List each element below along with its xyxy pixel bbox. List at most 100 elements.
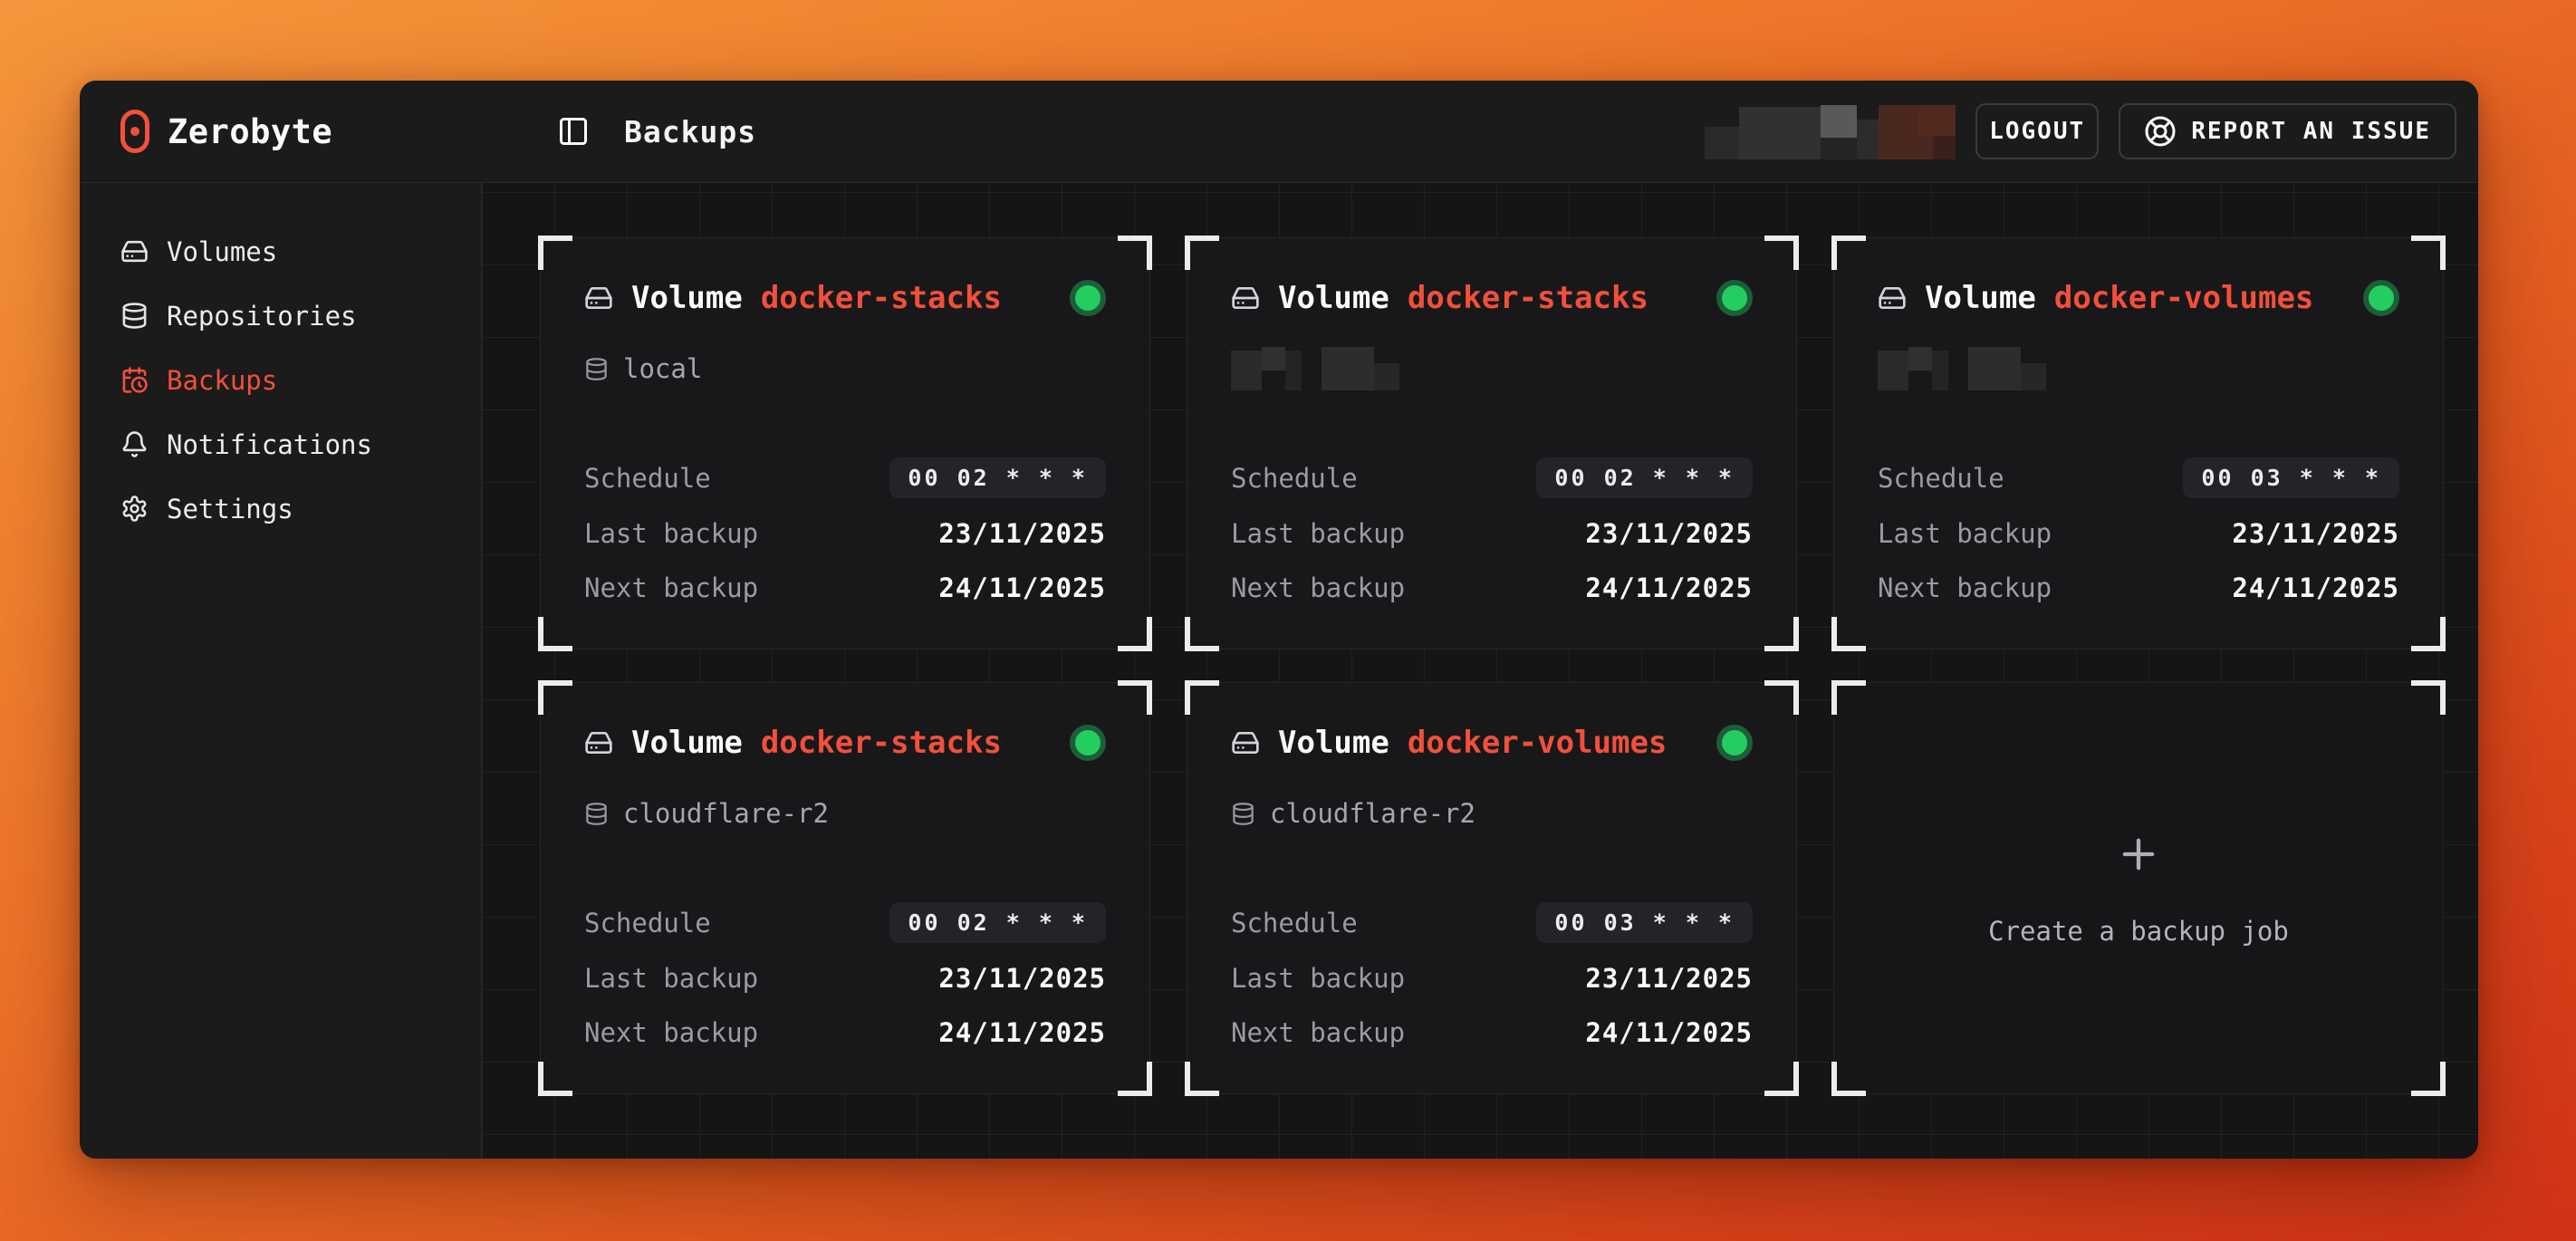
last-backup-label: Last backup (1878, 518, 2052, 549)
last-backup-date: 23/11/2025 (1585, 963, 1753, 994)
corner-bracket (2411, 1062, 2446, 1096)
report-issue-button[interactable]: REPORT AN ISSUE (2119, 103, 2456, 159)
repository-row: cloudflare-r2 (1231, 792, 1753, 835)
last-backup-date: 23/11/2025 (1585, 518, 1753, 549)
backup-job-card[interactable]: Volume docker-volumes Schedule 00 03 * *… (1833, 237, 2444, 649)
corner-bracket (538, 1062, 572, 1096)
sidebar-item-volumes[interactable]: Volumes (80, 219, 481, 284)
report-issue-label: REPORT AN ISSUE (2191, 118, 2431, 145)
last-backup-label: Last backup (584, 963, 758, 994)
repository-name: cloudflare-r2 (1270, 798, 1475, 829)
corner-bracket (538, 236, 572, 270)
corner-bracket (1831, 236, 1866, 270)
sidebar-item-label: Settings (167, 494, 293, 524)
hard-drive-icon (1231, 728, 1260, 757)
main-content: Volume docker-stacks local Schedule 00 0… (482, 183, 2478, 1159)
redacted-user-info (1705, 103, 1956, 159)
next-backup-date: 24/11/2025 (1585, 1017, 1753, 1048)
cron-schedule-chip: 00 02 * * * (889, 902, 1106, 943)
schedule-label: Schedule (1878, 463, 2004, 494)
zerobyte-logo-icon (120, 110, 149, 153)
create-backup-job-card[interactable]: Create a backup job (1833, 682, 2444, 1094)
card-info-rows: Schedule 00 03 * * * Last backup 23/11/2… (1878, 457, 2399, 607)
sidebar-item-backups[interactable]: Backups (80, 348, 481, 412)
cron-schedule-chip: 00 03 * * * (1536, 902, 1753, 943)
schedule-row: Schedule 00 02 * * * (584, 457, 1106, 498)
card-info-rows: Schedule 00 02 * * * Last backup 23/11/2… (1231, 457, 1753, 607)
corner-bracket (1118, 617, 1152, 651)
hard-drive-icon (584, 284, 613, 313)
cron-schedule-chip: 00 02 * * * (889, 457, 1106, 498)
corner-bracket (2411, 236, 2446, 270)
last-backup-row: Last backup 23/11/2025 (1878, 515, 2399, 553)
card-header: Volume docker-volumes (1878, 280, 2399, 316)
database-icon (120, 302, 149, 330)
page-title-group: Backups (557, 114, 756, 149)
schedule-label: Schedule (1231, 463, 1358, 494)
repository-row: local (584, 347, 1106, 390)
database-icon (584, 802, 609, 826)
last-backup-row: Last backup 23/11/2025 (584, 959, 1106, 997)
next-backup-row: Next backup 24/11/2025 (584, 1014, 1106, 1052)
last-backup-date: 23/11/2025 (2232, 518, 2399, 549)
app-header: Zerobyte Backups LOGOUT (80, 81, 2478, 183)
schedule-label: Schedule (1231, 908, 1358, 938)
card-header: Volume docker-volumes (1231, 725, 1753, 761)
sidebar-item-repositories[interactable]: Repositories (80, 284, 481, 348)
status-dot-green (1716, 280, 1753, 316)
volume-label: Volume (631, 725, 743, 761)
card-info-rows: Schedule 00 02 * * * Last backup 23/11/2… (584, 902, 1106, 1052)
corner-bracket (1764, 236, 1799, 270)
corner-bracket (2411, 680, 2446, 715)
page-title: Backups (624, 114, 756, 149)
volume-name: docker-volumes (2054, 280, 2314, 316)
app-window: Zerobyte Backups LOGOUT (80, 81, 2478, 1159)
schedule-row: Schedule 00 02 * * * (1231, 457, 1753, 498)
volume-label: Volume (1925, 280, 2036, 316)
last-backup-row: Last backup 23/11/2025 (1231, 959, 1753, 997)
sidebar-item-label: Repositories (167, 301, 357, 332)
sidebar-item-label: Backups (167, 365, 277, 396)
backup-job-card[interactable]: Volume docker-stacks cloudflare-r2 Sched… (540, 682, 1150, 1094)
corner-bracket (1764, 617, 1799, 651)
life-buoy-icon (2144, 115, 2177, 148)
next-backup-row: Next backup 24/11/2025 (584, 569, 1106, 607)
next-backup-date: 24/11/2025 (938, 1017, 1106, 1048)
next-backup-label: Next backup (584, 1017, 758, 1048)
status-dot-green (2363, 280, 2399, 316)
header-actions: LOGOUT REPORT AN ISSUE (1705, 103, 2456, 159)
panel-left-icon[interactable] (557, 115, 590, 148)
brand: Zerobyte (120, 110, 483, 153)
corner-bracket (538, 680, 572, 715)
next-backup-label: Next backup (1231, 1017, 1405, 1048)
sidebar-item-notifications[interactable]: Notifications (80, 412, 481, 476)
hard-drive-icon (1231, 284, 1260, 313)
volume-name: docker-stacks (1408, 280, 1648, 316)
last-backup-label: Last backup (1231, 963, 1405, 994)
next-backup-label: Next backup (584, 572, 758, 603)
logout-button[interactable]: LOGOUT (1975, 103, 2099, 159)
redacted-repository-row (1231, 347, 1753, 390)
sidebar-item-label: Notifications (167, 429, 372, 460)
redacted-repository-name (1231, 347, 1399, 390)
next-backup-label: Next backup (1878, 572, 2052, 603)
schedule-label: Schedule (584, 908, 711, 938)
repository-name: local (623, 353, 702, 384)
corner-bracket (1118, 236, 1152, 270)
corner-bracket (1118, 1062, 1152, 1096)
last-backup-date: 23/11/2025 (938, 518, 1106, 549)
sidebar-item-label: Volumes (167, 236, 277, 267)
schedule-label: Schedule (584, 463, 711, 494)
hard-drive-icon (584, 728, 613, 757)
next-backup-label: Next backup (1231, 572, 1405, 603)
corner-bracket (1764, 680, 1799, 715)
backup-job-card[interactable]: Volume docker-volumes cloudflare-r2 Sche… (1187, 682, 1797, 1094)
last-backup-label: Last backup (584, 518, 758, 549)
backup-job-card[interactable]: Volume docker-stacks Schedule 00 02 * * … (1187, 237, 1797, 649)
corner-bracket (1764, 1062, 1799, 1096)
backup-job-card[interactable]: Volume docker-stacks local Schedule 00 0… (540, 237, 1150, 649)
next-backup-date: 24/11/2025 (1585, 572, 1753, 603)
volume-name: docker-volumes (1408, 725, 1668, 761)
sidebar-item-settings[interactable]: Settings (80, 476, 481, 541)
hard-drive-icon (120, 237, 149, 265)
